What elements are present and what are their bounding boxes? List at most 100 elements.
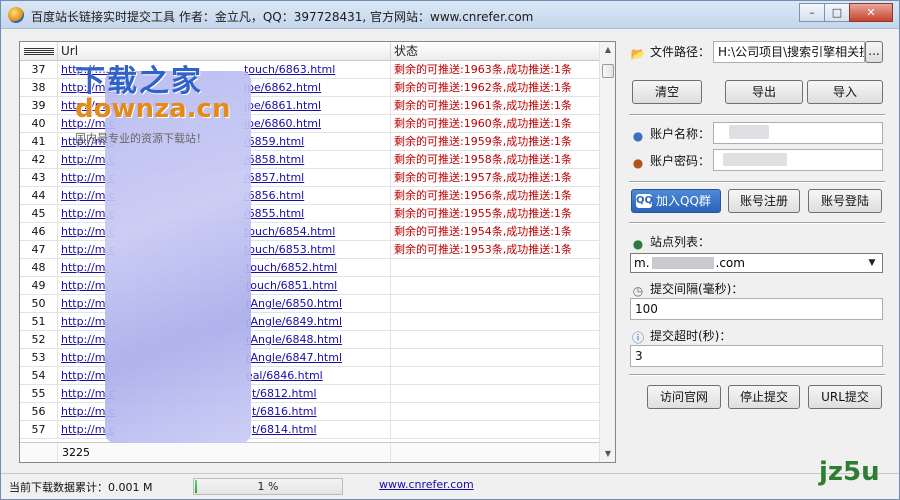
row-status — [391, 259, 600, 276]
table-footer: 3225 — [20, 442, 600, 462]
row-number: 53 — [20, 349, 58, 366]
divider — [629, 374, 885, 376]
import-button[interactable]: 导入 — [807, 80, 883, 104]
qq-icon: QQ — [636, 194, 654, 208]
scroll-down-icon[interactable]: ▼ — [600, 446, 616, 462]
site-list-label: ● 站点列表： — [630, 233, 710, 251]
row-url-tail: rAngle/6849.html — [245, 315, 342, 328]
site-list-tail: .com — [715, 256, 745, 270]
close-button[interactable]: ✕ — [849, 3, 893, 22]
row-status: 剩余的可推送:1962条,成功推送:1条 — [391, 79, 600, 96]
app-icon — [8, 7, 24, 23]
row-url-head: http://m. — [61, 333, 109, 346]
row-number: 38 — [20, 79, 58, 96]
account-password-label-text: 账户密码： — [650, 154, 711, 168]
password-redaction — [723, 153, 787, 166]
row-status — [391, 403, 600, 420]
site-list-label-text: 站点列表： — [650, 235, 711, 249]
login-button[interactable]: 账号登陆 — [808, 189, 882, 213]
website-link[interactable]: www.cnrefer.com — [379, 478, 474, 491]
join-qq-group-button[interactable]: QQ 加入QQ群 — [631, 189, 721, 213]
row-status — [391, 385, 600, 402]
row-number: 43 — [20, 169, 58, 186]
row-number: 47 — [20, 241, 58, 258]
site-name-redaction — [651, 257, 714, 269]
row-url-tail: /6859.html — [243, 135, 305, 148]
divider — [629, 222, 885, 224]
account-password-label: ● 账户密码： — [630, 152, 710, 170]
row-number: 56 — [20, 403, 58, 420]
row-number: 41 — [20, 133, 58, 150]
url-submit-button[interactable]: URL提交 — [808, 385, 882, 409]
site-list-select[interactable]: m. .com ▼ — [630, 253, 883, 273]
row-status — [391, 421, 600, 438]
redacted-region — [105, 71, 251, 443]
row-status: 剩余的可推送:1956条,成功推送:1条 — [391, 187, 600, 204]
row-url-tail: eal/6846.html — [245, 369, 323, 382]
interval-label: ◷ 提交间隔(毫秒)： — [630, 280, 744, 298]
row-url-tail: touch/6852.html — [245, 261, 338, 274]
scroll-up-icon[interactable]: ▲ — [600, 42, 616, 58]
divider — [629, 181, 885, 183]
table-header: Url 状态 — [20, 42, 600, 61]
browse-button[interactable]: ... — [865, 41, 883, 63]
row-number: 45 — [20, 205, 58, 222]
row-url-head: http://m. — [61, 297, 109, 310]
row-url-tail: touch/6851.html — [245, 279, 338, 292]
vertical-scrollbar[interactable]: ▲ ▼ — [599, 42, 615, 462]
row-number: 44 — [20, 187, 58, 204]
row-number: 50 — [20, 295, 58, 312]
row-url-head: http://m. — [61, 261, 109, 274]
minimize-button[interactable]: – — [799, 3, 825, 22]
maximize-button[interactable]: □ — [824, 3, 850, 22]
row-url-tail: ipe/6861.html — [243, 99, 322, 112]
row-number: 39 — [20, 97, 58, 114]
select-all-icon — [24, 48, 54, 55]
row-url-tail: rAngle/6847.html — [245, 351, 342, 364]
title-bar[interactable]: 百度站长链接实时提交工具 作者：金立凡，QQ：397728431, 官方网站：w… — [1, 1, 899, 29]
scroll-thumb[interactable] — [602, 64, 614, 78]
row-status — [391, 313, 600, 330]
row-url-tail: t/6814.html — [251, 423, 317, 436]
row-status: 剩余的可推送:1959条,成功推送:1条 — [391, 133, 600, 150]
visit-site-button[interactable]: 访问官网 — [647, 385, 721, 409]
window-title: 百度站长链接实时提交工具 作者：金立凡，QQ：397728431, 官方网站：w… — [31, 10, 534, 24]
timeout-label: ⓘ 提交超时(秒)： — [630, 327, 731, 345]
timeout-input[interactable]: 3 — [630, 345, 883, 367]
column-header-url[interactable]: Url — [58, 42, 391, 61]
users-icon: ● — [632, 156, 644, 170]
row-url-tail: touch/6863.html — [243, 63, 336, 76]
row-url-tail: touch/6854.html — [243, 225, 336, 238]
status-bar: 当前下载数据累计：0.001 M 1 % www.cnrefer.com — [1, 473, 899, 499]
stop-submit-button[interactable]: 停止提交 — [728, 385, 800, 409]
row-url-tail: touch/6853.html — [243, 243, 336, 256]
window-controls: – □ ✕ — [799, 3, 893, 23]
clear-button[interactable]: 清空 — [632, 80, 702, 104]
row-status — [391, 349, 600, 366]
account-name-label: ● 账户名称： — [630, 125, 710, 143]
timeout-label-text: 提交超时(秒)： — [650, 329, 732, 343]
row-number: 55 — [20, 385, 58, 402]
footer-spacer — [20, 443, 58, 462]
row-status: 剩余的可推送:1954条,成功推送:1条 — [391, 223, 600, 240]
row-status: 剩余的可推送:1963条,成功推送:1条 — [391, 61, 600, 78]
row-status: 剩余的可推送:1953条,成功推送:1条 — [391, 241, 600, 258]
user-icon: ● — [632, 129, 644, 143]
row-number: 52 — [20, 331, 58, 348]
row-status — [391, 295, 600, 312]
file-path-label-text: 文件路径： — [650, 45, 711, 59]
export-button[interactable]: 导出 — [725, 80, 803, 104]
chevron-down-icon[interactable]: ▼ — [864, 255, 880, 271]
row-status: 剩余的可推送:1960条,成功推送:1条 — [391, 115, 600, 132]
file-path-input[interactable]: H:\公司项目\搜索引擎相关搜 — [713, 41, 865, 63]
interval-input[interactable]: 100 — [630, 298, 883, 320]
row-status: 剩余的可推送:1955条,成功推送:1条 — [391, 205, 600, 222]
account-name-label-text: 账户名称： — [650, 127, 711, 141]
info-icon: ⓘ — [631, 331, 644, 345]
row-url-tail: /6856.html — [243, 189, 305, 202]
row-url-head: http://m. — [61, 315, 109, 328]
row-selector-header[interactable] — [20, 42, 58, 61]
register-button[interactable]: 账号注册 — [728, 189, 800, 213]
column-header-status[interactable]: 状态 — [391, 42, 600, 61]
row-status — [391, 277, 600, 294]
